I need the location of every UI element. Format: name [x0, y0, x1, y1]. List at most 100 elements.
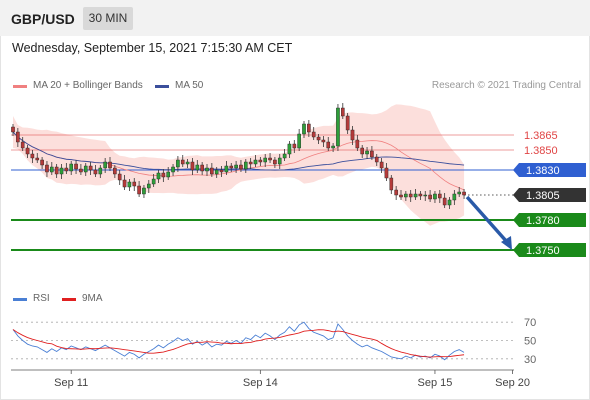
candle-body [35, 157, 40, 161]
candle-body [447, 199, 452, 206]
candle-body [360, 147, 365, 155]
candle-body [379, 161, 384, 169]
candle-body [214, 169, 219, 175]
candle-body [374, 156, 379, 163]
candle-body [180, 159, 185, 165]
candle [297, 129, 301, 151]
candle-body [418, 193, 423, 197]
candle-body [428, 194, 432, 200]
candle-body [438, 193, 442, 199]
candle-body [341, 107, 345, 117]
level-tag-1.3805: 1.3805 [513, 188, 586, 202]
candle-body [253, 159, 258, 165]
rsi-tick-70: 70 [524, 317, 536, 329]
candle-body [200, 164, 204, 172]
level-tag-text: 1.3805 [526, 190, 560, 202]
candle-body [224, 165, 229, 173]
candle-body [442, 197, 447, 206]
candle-body [176, 159, 180, 168]
level-tag-1.3780: 1.3780 [513, 213, 586, 227]
candle-body [74, 163, 78, 170]
candle-body [384, 167, 389, 179]
candle-body [151, 178, 156, 185]
candle-body [219, 169, 224, 173]
candle-body [83, 165, 88, 173]
candle-body [273, 159, 277, 165]
candle-body [122, 179, 127, 188]
candle-body [142, 187, 146, 195]
level-tag-text: 1.3750 [526, 245, 560, 257]
candle-body [11, 126, 15, 133]
x-label-Sep 15: Sep 15 [418, 377, 453, 389]
x-label-Sep 14: Sep 14 [243, 377, 278, 389]
rsi-ma-line [12, 329, 465, 358]
candle-body [404, 193, 408, 198]
candle-body [297, 133, 301, 149]
candle-body [166, 171, 171, 178]
candle-body [98, 167, 103, 175]
candle-body [50, 166, 54, 173]
candle-body [370, 150, 374, 158]
level-label-1.3865: 1.3865 [524, 130, 558, 142]
candle-body [321, 139, 326, 143]
candle-body [239, 164, 243, 170]
candle-body [287, 143, 292, 155]
candle-body [282, 153, 287, 159]
candle-body [263, 157, 268, 163]
candle-body [30, 153, 35, 159]
candle-body [350, 129, 355, 141]
candle [389, 175, 394, 194]
level-label-1.3850: 1.3850 [524, 145, 558, 157]
candle-body [243, 161, 248, 170]
candle-body [161, 172, 166, 178]
candle-body [16, 131, 20, 143]
candle-body [307, 123, 311, 133]
candle-body [205, 167, 209, 172]
candle-body [195, 164, 200, 171]
rsi-tick-30: 30 [524, 354, 536, 366]
candle-body [331, 145, 335, 149]
candle-body [394, 189, 398, 196]
price-chart: 1.3865 1.3850 1.3830 1.3805 1.3780 1.3750 30 5… [11, 103, 586, 389]
candle-body [103, 161, 107, 169]
candle-body [462, 191, 466, 196]
candle-body [93, 169, 98, 175]
candle-body [54, 166, 59, 175]
candle-body [210, 167, 214, 175]
x-label-Sep 20: Sep 20 [495, 377, 530, 389]
rsi-line [12, 321, 465, 361]
candle-body [452, 193, 457, 201]
candle-body [190, 161, 195, 171]
candle-body [292, 143, 297, 149]
candle-body [433, 193, 437, 200]
candle-body [229, 165, 234, 169]
candle-body [117, 173, 122, 181]
candle-body [234, 164, 238, 169]
candle-body [277, 157, 282, 165]
candle-body [146, 183, 151, 189]
candle-body [355, 139, 360, 149]
level-tag-1.3750: 1.3750 [513, 243, 586, 257]
candle-body [345, 115, 350, 131]
level-tag-text: 1.3830 [526, 165, 560, 177]
rsi-tick-50: 50 [524, 336, 536, 348]
candle-body [156, 172, 161, 180]
level-tag-text: 1.3780 [526, 215, 560, 227]
candle-body [185, 161, 190, 165]
candle-body [316, 136, 321, 141]
candle-body [311, 131, 316, 138]
candle-body [20, 141, 25, 149]
candle-body [171, 166, 175, 173]
candle-body [88, 165, 93, 171]
candle-body [423, 194, 428, 197]
candle-body [137, 185, 141, 195]
candle-body [127, 181, 132, 188]
candle-body [45, 164, 49, 173]
candle-body [132, 181, 137, 187]
candle-body [326, 141, 331, 149]
level-tag-1.3830: 1.3830 [513, 163, 586, 177]
candle-body [399, 194, 403, 198]
candle-body [389, 177, 394, 191]
candle-body [408, 193, 413, 198]
candle-body [113, 167, 117, 175]
